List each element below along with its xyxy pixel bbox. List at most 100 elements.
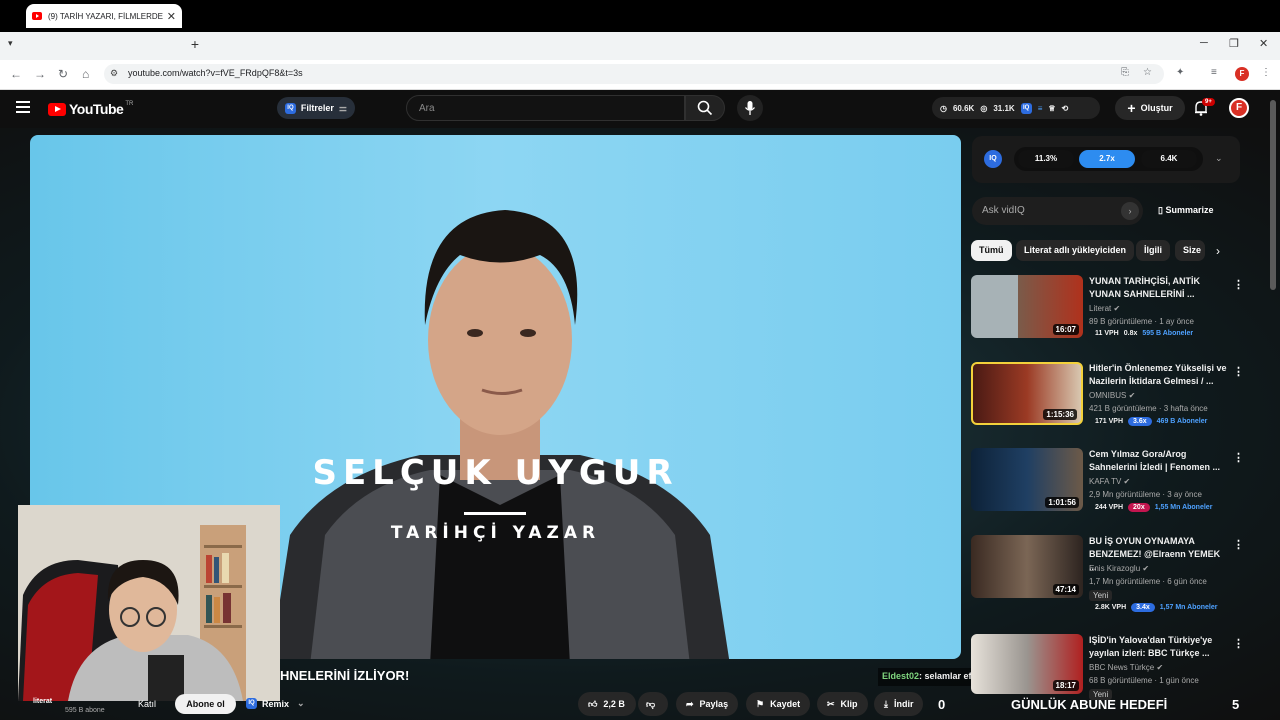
vidiq-icon: IQ: [246, 698, 257, 709]
back-icon[interactable]: ←: [10, 67, 22, 81]
bookmark-star-icon[interactable]: ☆: [1143, 67, 1152, 78]
ask-vidiq-input[interactable]: Ask vidIQ: [972, 197, 1143, 225]
share-button[interactable]: ➦ Paylaş: [676, 692, 739, 716]
download-button[interactable]: ⤓ İndir: [874, 692, 924, 716]
remix-button[interactable]: IQ Remix ⌄: [246, 698, 305, 709]
channel-name[interactable]: literat: [33, 698, 52, 705]
rec-subs: 469 B Aboneler: [1156, 418, 1208, 425]
vidiq-icon: IQ: [285, 102, 296, 114]
youtube-favicon-icon: [32, 12, 42, 20]
more-options-icon[interactable]: ⋮: [1233, 278, 1244, 291]
video-thumbnail[interactable]: 47:14: [971, 535, 1083, 598]
rec-vph: 244 VPH: [1095, 504, 1124, 511]
summarize-label: Summarize: [1165, 205, 1214, 215]
close-window-icon[interactable]: ✕: [1259, 37, 1268, 50]
recommendation-item[interactable]: 18:17 IŞİD'in Yalova'dan Türkiye'ye yayı…: [971, 634, 1244, 700]
video-thumbnail[interactable]: 1:01:56: [971, 448, 1083, 511]
rec-channel[interactable]: KAFA TV ✔: [1089, 477, 1130, 486]
rec-title[interactable]: YUNAN TARİHÇİSİ, ANTİK YUNAN SAHNELERİNİ…: [1089, 275, 1229, 301]
vidiq-pill-1[interactable]: 11.3%: [1018, 150, 1074, 168]
views-icon: ◷: [940, 103, 947, 113]
rec-vph: 11 VPH: [1095, 330, 1119, 337]
forward-icon[interactable]: →: [34, 67, 46, 81]
rec-channel[interactable]: Literat ✔: [1089, 304, 1120, 313]
search-button[interactable]: [685, 95, 725, 121]
join-button[interactable]: Katıl: [138, 699, 156, 709]
save-button[interactable]: ⚑ Kaydet: [746, 692, 811, 716]
vidiq-stats[interactable]: ◷ 60.6K ◎ 31.1K IQ ≡ ♕ ⟲: [932, 97, 1100, 119]
notification-badge: 9+: [1202, 98, 1215, 106]
rec-channel[interactable]: Enis Kirazoglu ✔: [1089, 564, 1149, 573]
more-options-icon[interactable]: ⋮: [1233, 538, 1244, 551]
vidiq-pill-3[interactable]: 6.4K: [1141, 150, 1197, 168]
search-input[interactable]: Ara: [406, 95, 685, 121]
more-options-icon[interactable]: ⋮: [1233, 637, 1244, 650]
tab-search-chevron-icon[interactable]: ▾: [8, 38, 13, 49]
chevron-down-icon: ⌄: [297, 698, 305, 708]
verified-icon: ✔: [1128, 391, 1136, 400]
maximize-icon[interactable]: ❐: [1229, 37, 1239, 50]
create-button[interactable]: + Oluştur: [1115, 96, 1185, 120]
video-thumbnail[interactable]: 16:07: [971, 275, 1083, 338]
rec-channel[interactable]: OMNIBUS ✔: [1089, 391, 1135, 400]
summarize-button[interactable]: ▯ Summarize: [1158, 205, 1214, 216]
chevron-right-icon[interactable]: ›: [1216, 244, 1220, 258]
media-icon[interactable]: ≡: [1211, 67, 1217, 78]
install-icon[interactable]: ⎘: [1121, 67, 1129, 78]
url-text[interactable]: youtube.com/watch?v=fVE_FRdpQF8&t=3s: [128, 68, 303, 78]
browser-menu-icon[interactable]: ⋮: [1261, 67, 1271, 78]
clip-button[interactable]: ✂ Klip: [817, 692, 868, 716]
webcam-overlay: [18, 505, 280, 701]
menu-icon[interactable]: [16, 101, 30, 116]
thumbs-down-icon: 👎︎: [646, 698, 656, 709]
like-count: 2,2 B: [603, 699, 625, 709]
verified-icon: ✔: [1142, 564, 1150, 573]
more-options-icon[interactable]: ⋮: [1233, 365, 1244, 378]
chip-for-you[interactable]: Size: [1175, 240, 1205, 261]
extensions-icon[interactable]: ✦: [1176, 67, 1184, 78]
account-avatar[interactable]: F: [1229, 98, 1249, 118]
recommendation-item[interactable]: 1:01:56 Cem Yılmaz Gora/Arog Sahnelerini…: [971, 448, 1244, 520]
rec-subs: 1,57 Mn Aboneler: [1159, 604, 1218, 611]
reload-icon[interactable]: ↻: [58, 67, 68, 81]
more-options-icon[interactable]: ⋮: [1233, 451, 1244, 464]
home-icon[interactable]: ⌂: [82, 67, 89, 81]
new-badge: Yeni: [1089, 689, 1113, 700]
recommendation-item[interactable]: 16:07 YUNAN TARİHÇİSİ, ANTİK YUNAN SAHNE…: [971, 275, 1244, 347]
new-tab-button[interactable]: +: [187, 36, 203, 52]
scrollbar[interactable]: [1270, 100, 1276, 290]
vidiq-pill-2[interactable]: 2.7x: [1079, 150, 1135, 168]
site-settings-icon[interactable]: ⚙: [110, 68, 118, 79]
video-duration: 18:17: [1052, 680, 1079, 691]
video-duration: 47:14: [1052, 584, 1079, 595]
chip-uploader[interactable]: Literat adlı yükleyiciden: [1016, 240, 1135, 261]
filters-button[interactable]: IQ Filtreler ⚌: [277, 97, 355, 119]
rec-title[interactable]: Cem Yılmaz Gora/Arog Sahnelerini İzledi …: [1089, 448, 1229, 474]
minimize-icon[interactable]: ─: [1200, 37, 1208, 49]
dislike-button[interactable]: 👎︎: [638, 692, 668, 716]
chip-related[interactable]: İlgili: [1136, 240, 1170, 261]
chip-all[interactable]: Tümü: [971, 240, 1012, 261]
search-icon: [697, 100, 713, 116]
voice-search-button[interactable]: [737, 95, 763, 121]
chevron-right-icon[interactable]: ›: [1121, 202, 1139, 220]
sliders-icon: ⚌: [338, 102, 347, 113]
browser-tab[interactable]: (9) TARİH YAZARI, FİLMLERDEK ✕: [26, 4, 182, 28]
close-tab-icon[interactable]: ✕: [167, 10, 176, 23]
subscribe-button[interactable]: Abone ol: [175, 694, 236, 714]
recommendation-item[interactable]: 47:14 BU İŞ OYUN OYNAMAYA BENZEMEZ! @Elr…: [971, 535, 1244, 612]
rec-title[interactable]: IŞİD'in Yalova'dan Türkiye'ye yayılan iz…: [1089, 634, 1229, 660]
youtube-logo[interactable]: YouTube TR: [48, 101, 133, 117]
rec-subs: 1,55 Mn Aboneler: [1154, 504, 1213, 511]
rec-channel[interactable]: BBC News Türkçe ✔: [1089, 663, 1163, 672]
rec-title[interactable]: Hitler'in Önlenemez Yükselişi ve Naziler…: [1089, 362, 1229, 388]
video-thumbnail[interactable]: 1:15:36: [971, 362, 1083, 425]
rec-multiplier: 0.8x: [1123, 330, 1138, 337]
video-thumbnail[interactable]: 18:17: [971, 634, 1083, 694]
like-button[interactable]: 👍︎ 2,2 B: [578, 692, 636, 716]
vidiq-logo[interactable]: IQ: [984, 150, 1002, 168]
trophy-icon: ♕: [1048, 103, 1056, 113]
chevron-down-icon[interactable]: ⌄: [1215, 153, 1223, 164]
recommendation-item[interactable]: 1:15:36 Hitler'in Önlenemez Yükselişi ve…: [971, 362, 1244, 434]
browser-profile-icon[interactable]: F: [1235, 67, 1249, 81]
